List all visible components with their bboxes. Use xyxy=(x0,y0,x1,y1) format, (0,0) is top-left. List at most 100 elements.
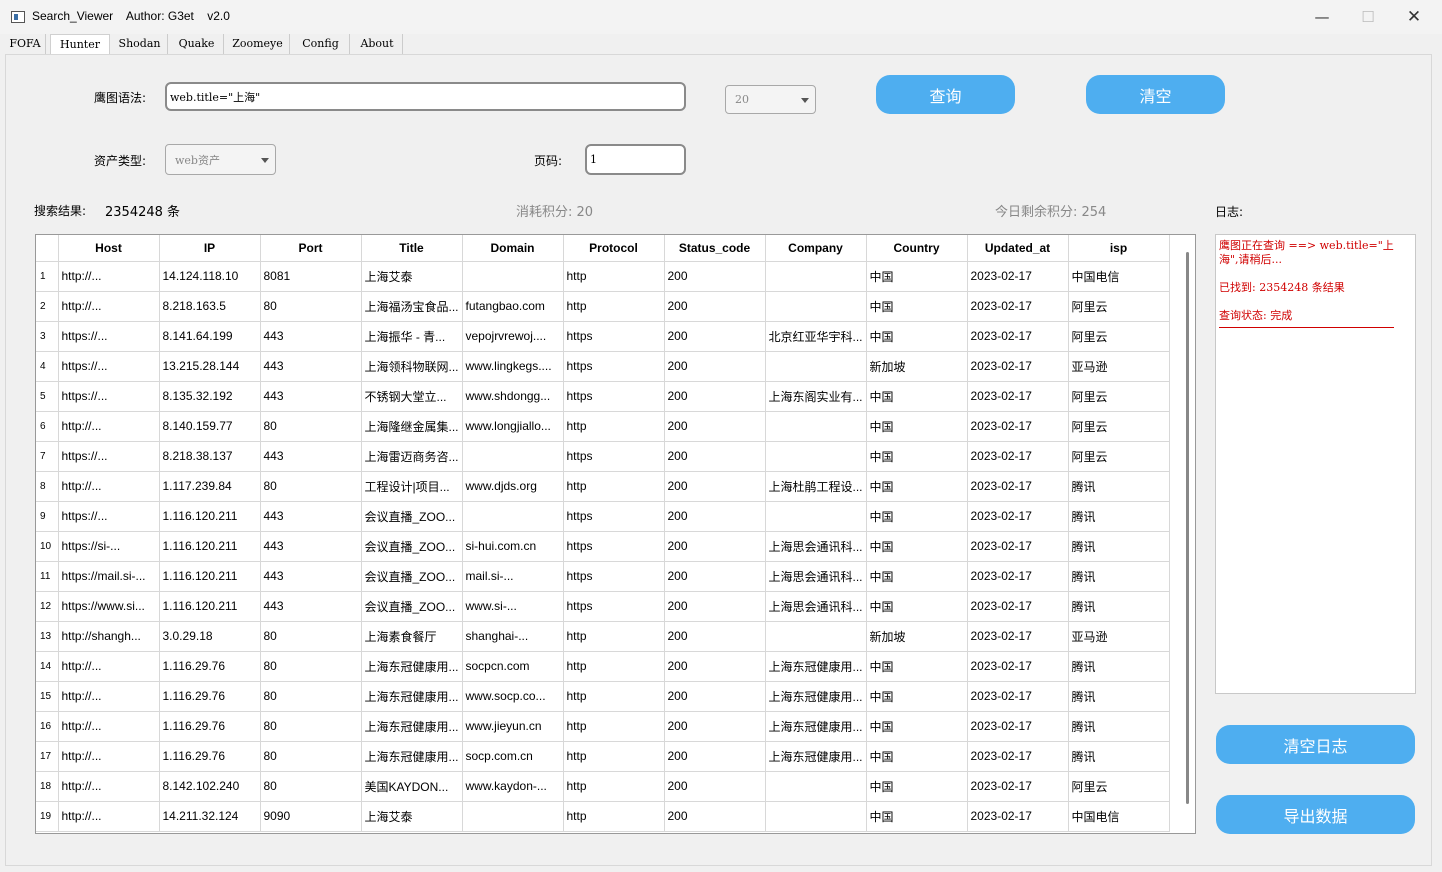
table-cell[interactable] xyxy=(765,501,867,532)
clear-log-button[interactable]: 清空日志 xyxy=(1216,725,1415,764)
maximize-icon[interactable]: ☐ xyxy=(1345,0,1391,34)
table-cell[interactable]: 上海思会通讯科... xyxy=(765,531,867,562)
table-cell[interactable]: https://... xyxy=(58,501,160,532)
table-cell[interactable]: 2023-02-17 xyxy=(967,681,1069,712)
table-cell[interactable]: https://... xyxy=(58,351,160,382)
table-cell[interactable]: 上海东冠健康用... xyxy=(361,651,463,682)
table-cell[interactable]: 200 xyxy=(664,261,766,292)
table-cell[interactable]: 中国 xyxy=(866,291,968,322)
table-cell[interactable]: 2023-02-17 xyxy=(967,741,1069,772)
table-cell[interactable] xyxy=(462,501,564,532)
table-cell[interactable]: 上海振华 - 青... xyxy=(361,321,463,352)
table-cell[interactable]: 2023-02-17 xyxy=(967,471,1069,502)
table-cell[interactable]: 8.135.32.192 xyxy=(159,381,261,412)
tab-fofa[interactable]: FOFA xyxy=(5,34,46,54)
table-cell[interactable]: www.djds.org xyxy=(462,471,564,502)
table-cell[interactable]: 美国KAYDON... xyxy=(361,771,463,802)
table-cell[interactable]: 8.141.64.199 xyxy=(159,321,261,352)
table-cell[interactable]: 443 xyxy=(260,381,362,412)
table-cell[interactable]: https xyxy=(563,351,665,382)
table-cell[interactable]: 中国 xyxy=(866,501,968,532)
table-cell[interactable]: 上海思会通讯科... xyxy=(765,591,867,622)
table-cell[interactable]: 上海东阁实业有... xyxy=(765,381,867,412)
table-cell[interactable]: socpcn.com xyxy=(462,651,564,682)
table-cell[interactable]: www.kaydon-... xyxy=(462,771,564,802)
clear-button[interactable]: 清空 xyxy=(1086,75,1225,114)
table-cell[interactable]: 阿里云 xyxy=(1068,441,1170,472)
table-cell[interactable]: 200 xyxy=(664,651,766,682)
table-cell[interactable]: 1.116.29.76 xyxy=(159,711,261,742)
table-cell[interactable]: 中国 xyxy=(866,261,968,292)
table-cell[interactable]: 上海雷迈商务咨... xyxy=(361,441,463,472)
table-cell[interactable]: 中国 xyxy=(866,321,968,352)
table-cell[interactable]: 200 xyxy=(664,531,766,562)
table-cell[interactable]: 443 xyxy=(260,441,362,472)
row-number[interactable]: 12 xyxy=(36,591,59,622)
column-header-country[interactable]: Country xyxy=(866,235,968,262)
table-cell[interactable]: 2023-02-17 xyxy=(967,531,1069,562)
table-cell[interactable]: 上海东冠健康用... xyxy=(361,711,463,742)
table-cell[interactable]: 1.116.120.211 xyxy=(159,591,261,622)
table-cell[interactable]: 443 xyxy=(260,501,362,532)
table-cell[interactable]: 200 xyxy=(664,321,766,352)
row-number[interactable]: 1 xyxy=(36,261,59,292)
table-cell[interactable]: 新加坡 xyxy=(866,351,968,382)
table-cell[interactable]: 腾讯 xyxy=(1068,741,1170,772)
tab-zoomeye[interactable]: Zoomeye xyxy=(226,34,290,54)
table-cell[interactable]: 1.116.29.76 xyxy=(159,741,261,772)
table-cell[interactable]: 中国 xyxy=(866,771,968,802)
table-cell[interactable]: 2023-02-17 xyxy=(967,591,1069,622)
table-cell[interactable]: https://... xyxy=(58,441,160,472)
table-cell[interactable]: 3.0.29.18 xyxy=(159,621,261,652)
table-cell[interactable]: 2023-02-17 xyxy=(967,381,1069,412)
table-cell[interactable]: 80 xyxy=(260,711,362,742)
table-cell[interactable]: www.jieyun.cn xyxy=(462,711,564,742)
table-cell[interactable]: 会议直播_ZOO... xyxy=(361,591,463,622)
table-row[interactable]: 9 https://... 1.116.120.211 443 会议直播_ZOO... h… xyxy=(36,501,1170,532)
table-cell[interactable]: 2023-02-17 xyxy=(967,351,1069,382)
table-cell[interactable]: 上海东冠健康用... xyxy=(361,681,463,712)
row-number[interactable]: 11 xyxy=(36,561,59,592)
column-header-ip[interactable]: IP xyxy=(159,235,261,262)
table-cell[interactable]: 中国 xyxy=(866,561,968,592)
table-cell[interactable]: http://... xyxy=(58,261,160,292)
table-cell[interactable]: www.longjiallo... xyxy=(462,411,564,442)
table-cell[interactable]: 中国 xyxy=(866,441,968,472)
table-cell[interactable]: 上海艾泰 xyxy=(361,261,463,292)
table-cell[interactable]: 1.116.120.211 xyxy=(159,561,261,592)
table-cell[interactable]: 2023-02-17 xyxy=(967,321,1069,352)
column-header-updated_at[interactable]: Updated_at xyxy=(967,235,1069,262)
table-cell[interactable]: http xyxy=(563,771,665,802)
table-cell[interactable]: 2023-02-17 xyxy=(967,711,1069,742)
table-cell[interactable]: 200 xyxy=(664,681,766,712)
table-cell[interactable]: https://... xyxy=(58,381,160,412)
row-number[interactable]: 2 xyxy=(36,291,59,322)
table-cell[interactable]: https://www.si... xyxy=(58,591,160,622)
table-cell[interactable]: 工程设计|项目... xyxy=(361,471,463,502)
table-cell[interactable]: 中国 xyxy=(866,471,968,502)
row-number[interactable]: 6 xyxy=(36,411,59,442)
table-cell[interactable]: 亚马逊 xyxy=(1068,621,1170,652)
table-cell[interactable]: 200 xyxy=(664,411,766,442)
table-cell[interactable]: 2023-02-17 xyxy=(967,801,1069,832)
tab-config[interactable]: Config xyxy=(292,34,350,54)
table-cell[interactable]: 200 xyxy=(664,381,766,412)
table-cell[interactable]: 上海东冠健康用... xyxy=(765,681,867,712)
tab-shodan[interactable]: Shodan xyxy=(112,34,168,54)
table-cell[interactable]: 北京红亚华宇科... xyxy=(765,321,867,352)
column-header-status_code[interactable]: Status_code xyxy=(664,235,766,262)
table-cell[interactable]: 200 xyxy=(664,441,766,472)
table-cell[interactable]: 443 xyxy=(260,561,362,592)
column-header-isp[interactable]: isp xyxy=(1068,235,1170,262)
table-row[interactable]: 13 http://shangh... 3.0.29.18 80 上海素食餐厅 shang… xyxy=(36,621,1170,652)
table-cell[interactable]: 80 xyxy=(260,771,362,802)
table-cell[interactable]: 上海素食餐厅 xyxy=(361,621,463,652)
row-number[interactable]: 13 xyxy=(36,621,59,652)
table-cell[interactable]: 200 xyxy=(664,711,766,742)
table-cell[interactable]: 上海东冠健康用... xyxy=(361,741,463,772)
table-cell[interactable]: 阿里云 xyxy=(1068,381,1170,412)
table-cell[interactable]: vepojrvrewoj.... xyxy=(462,321,564,352)
table-cell[interactable]: www.lingkegs.... xyxy=(462,351,564,382)
table-cell[interactable]: 2023-02-17 xyxy=(967,291,1069,322)
table-cell[interactable]: 2023-02-17 xyxy=(967,261,1069,292)
